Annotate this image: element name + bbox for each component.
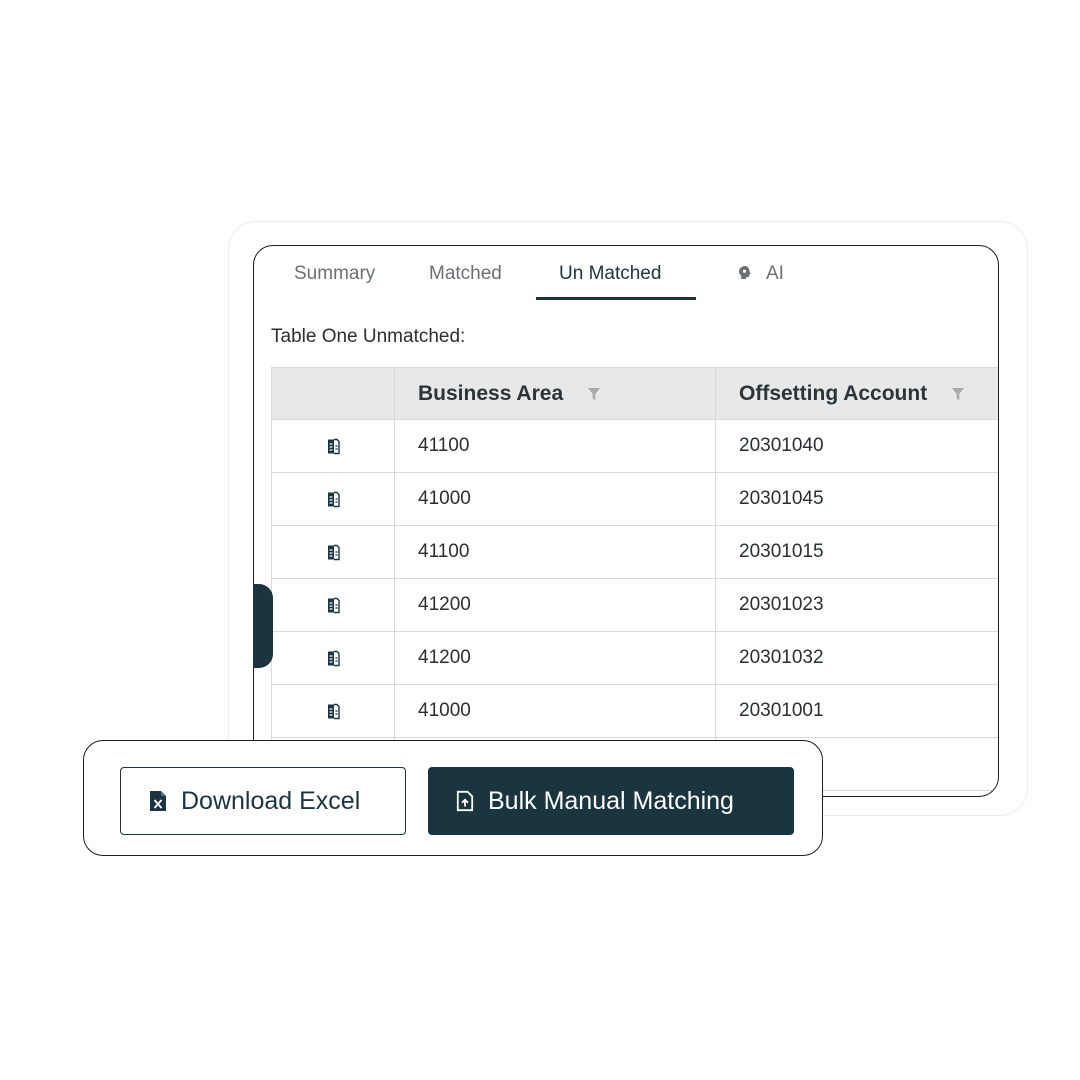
cell-business-area: 41200 (395, 579, 716, 631)
download-excel-label: Download Excel (181, 786, 361, 815)
cell-offsetting-account: 20301032 (739, 647, 824, 668)
row-action-cell (272, 526, 395, 578)
document-match-icon[interactable] (327, 650, 340, 667)
cell-offsetting-account: 20301001 (739, 700, 824, 721)
row-action-cell (272, 632, 395, 684)
tab-ai[interactable]: AI (738, 263, 784, 285)
tab-ai-label: AI (766, 263, 784, 284)
table-row: 41000 20301045 (272, 473, 998, 526)
table-row: 41200 20301032 (272, 632, 998, 685)
filter-icon[interactable] (951, 387, 965, 401)
row-action-cell (272, 685, 395, 737)
unmatched-table: Business Area Offsetting Account 41100 20… (271, 367, 998, 791)
side-panel-handle[interactable] (253, 584, 273, 668)
document-match-icon[interactable] (327, 544, 340, 561)
table-row: 41200 20301023 (272, 579, 998, 632)
results-card: Summary Matched Un Matched AI Table One … (253, 245, 999, 797)
cell-business-area: 41000 (395, 685, 716, 737)
excel-file-icon (150, 791, 166, 811)
cell-offsetting-account: 20301045 (739, 488, 824, 509)
cell-business-area: 41200 (395, 632, 716, 684)
cell-offsetting-account: 20301015 (739, 541, 824, 562)
tab-un-matched[interactable]: Un Matched (559, 263, 661, 285)
document-match-icon[interactable] (327, 491, 340, 508)
table-row: 41000 20301001 (272, 685, 998, 738)
header-label: Business Area (418, 381, 564, 405)
active-tab-indicator (536, 297, 696, 300)
brain-icon (739, 266, 751, 279)
cell-business-area: 41000 (395, 473, 716, 525)
bulk-manual-matching-label: Bulk Manual Matching (488, 786, 734, 815)
cell-business-area: 41100 (395, 420, 716, 472)
row-action-cell (272, 579, 395, 631)
cell-offsetting-account: 20301040 (739, 435, 824, 456)
row-action-cell (272, 420, 395, 472)
download-excel-button[interactable]: Download Excel (120, 767, 406, 835)
row-action-cell (272, 473, 395, 525)
cell-offsetting-account: 20301023 (739, 594, 824, 615)
tab-matched[interactable]: Matched (429, 263, 502, 285)
table-header-row: Business Area Offsetting Account (272, 368, 998, 420)
bulk-manual-matching-button[interactable]: Bulk Manual Matching (428, 767, 794, 835)
header-label: Offsetting Account (739, 381, 928, 405)
tab-summary[interactable]: Summary (294, 263, 375, 285)
file-upload-icon (456, 790, 474, 812)
header-cell-offsetting-account[interactable]: Offsetting Account (716, 368, 998, 419)
table-row: 41100 20301040 (272, 420, 998, 473)
filter-icon[interactable] (587, 387, 601, 401)
header-cell-business-area[interactable]: Business Area (395, 368, 716, 419)
table-row: 41100 20301015 (272, 526, 998, 579)
document-match-icon[interactable] (327, 438, 340, 455)
document-match-icon[interactable] (327, 703, 340, 720)
document-match-icon[interactable] (327, 597, 340, 614)
cell-business-area: 41100 (395, 526, 716, 578)
action-bar: Download Excel Bulk Manual Matching (83, 740, 823, 856)
header-cell-actions (272, 368, 395, 419)
tab-bar: Summary Matched Un Matched AI (254, 246, 998, 302)
section-title: Table One Unmatched: (271, 326, 466, 347)
